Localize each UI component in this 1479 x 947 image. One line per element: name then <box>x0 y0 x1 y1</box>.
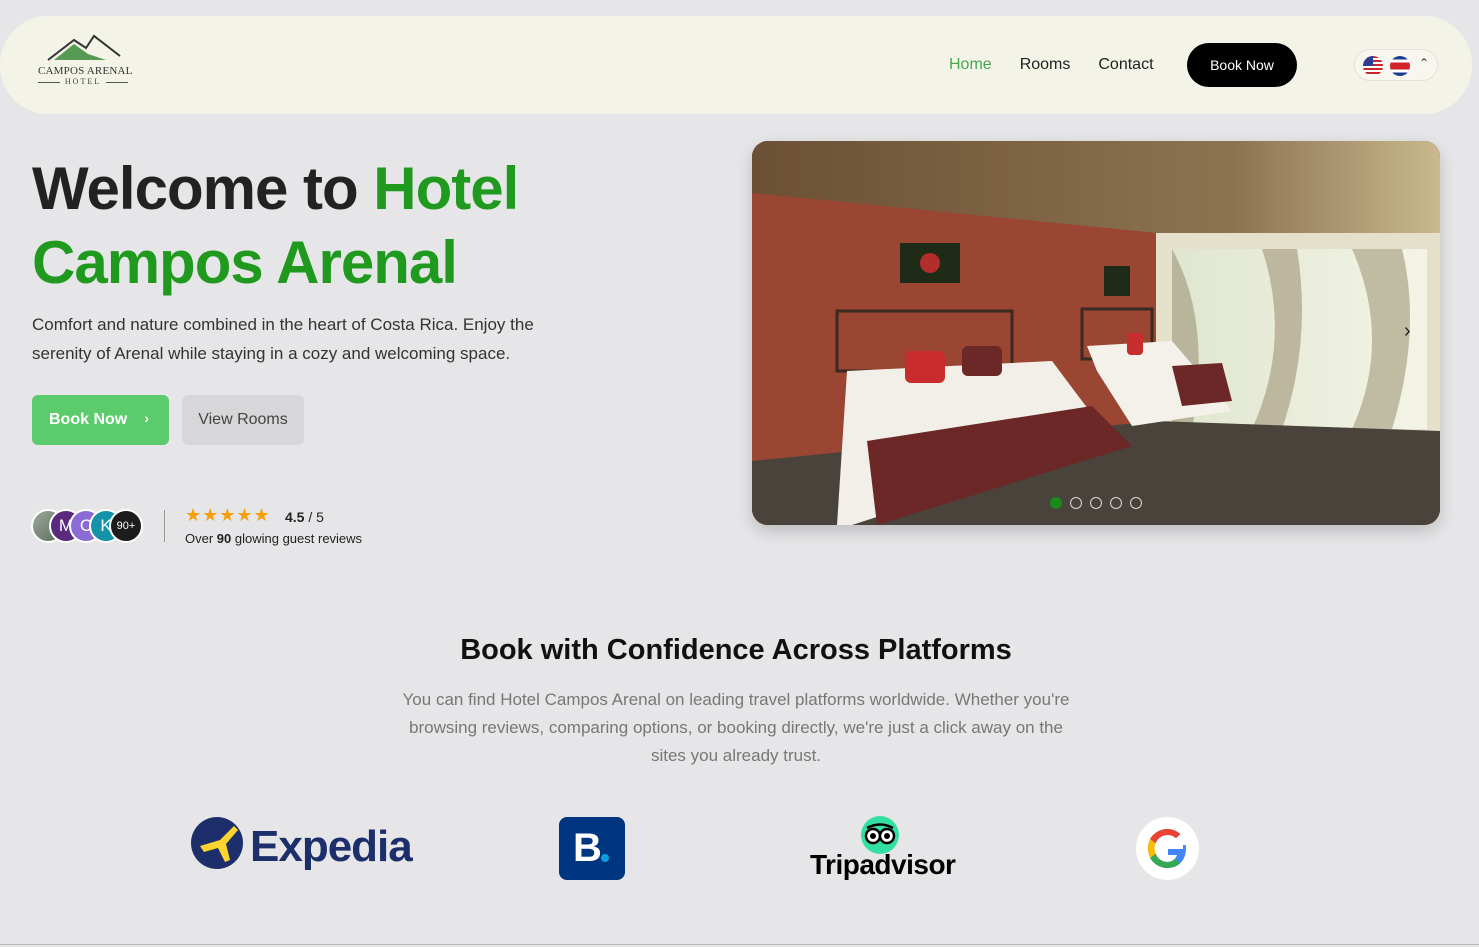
slider-dot[interactable] <box>1070 497 1082 509</box>
nav-link-rooms[interactable]: Rooms <box>1020 56 1071 74</box>
chevron-right-icon[interactable]: › <box>1404 320 1411 343</box>
room-image-slider[interactable] <box>752 141 1440 525</box>
expedia-wordmark: Expedia <box>250 822 413 871</box>
nav-book-now-button[interactable]: Book Now <box>1187 43 1297 87</box>
platforms-title: Book with Confidence Across Platforms <box>460 634 1012 666</box>
rating-scale: / 5 <box>304 509 324 525</box>
star-rating-icon: ★★★★★ <box>185 505 271 525</box>
hero-book-now-label: Book Now <box>49 411 128 428</box>
language-selector[interactable]: ⌃ <box>1354 49 1438 81</box>
slider-dot[interactable] <box>1050 497 1062 509</box>
reviews-prefix: Over <box>185 531 217 546</box>
logo-name: CAMPOS ARENAL <box>38 65 133 77</box>
hotel-logo[interactable]: CAMPOS ARENAL HOTEL <box>38 34 133 90</box>
us-flag-icon[interactable] <box>1363 56 1383 76</box>
rating-value: 4.5 <box>285 509 305 525</box>
slider-dots <box>1050 497 1142 509</box>
booking-dot-icon <box>601 854 609 862</box>
slider-dot[interactable] <box>1090 497 1102 509</box>
booking-logo[interactable]: B <box>559 817 625 880</box>
reviews-count: 90 <box>216 531 232 546</box>
expedia-plane-icon <box>191 817 243 869</box>
top-navbar: CAMPOS ARENAL HOTEL Home Rooms Contact B… <box>0 16 1472 114</box>
tripadvisor-logo[interactable]: Tripadvisor <box>810 816 956 882</box>
booking-letter: B <box>573 826 602 870</box>
chevron-right-icon: › <box>144 410 149 426</box>
rating-divider <box>164 510 165 542</box>
nav-links: Home Rooms Contact <box>949 56 1154 74</box>
hero-description: Comfort and nature combined in the heart… <box>32 315 534 363</box>
platforms-description: You can find Hotel Campos Arenal on lead… <box>402 690 1070 765</box>
rating-score: 4.5 / 5 <box>285 509 324 525</box>
hero-title-name: Campos Arenal <box>32 229 458 296</box>
nav-link-contact[interactable]: Contact <box>1098 56 1153 74</box>
hotel-room-photo <box>752 141 1440 525</box>
avatar-more-count: 90+ <box>109 509 143 543</box>
cr-flag-icon[interactable] <box>1390 56 1410 76</box>
reviews-summary: Over 90 glowing guest reviews <box>185 531 362 546</box>
tripadvisor-wordmark: Tripadvisor <box>810 849 956 880</box>
hero-book-now-button[interactable]: Book Now › <box>32 395 169 445</box>
guest-avatars: M C K 90+ <box>31 509 151 545</box>
google-logo[interactable] <box>1136 817 1199 880</box>
hero-title: Welcome to Hotel Campos Arenal <box>32 152 652 300</box>
reviews-suffix: glowing guest reviews <box>231 531 363 546</box>
slider-dot[interactable] <box>1110 497 1122 509</box>
nav-link-home[interactable]: Home <box>949 56 992 74</box>
mountain-icon <box>47 34 121 61</box>
hero-title-welcome: Welcome to <box>32 155 374 222</box>
expedia-logo[interactable]: Expedia <box>190 816 420 882</box>
google-g-icon <box>1148 829 1186 868</box>
view-rooms-button[interactable]: View Rooms <box>182 395 304 445</box>
chevron-up-icon: ⌃ <box>1419 56 1430 70</box>
hero-title-hotel: Hotel <box>373 155 519 222</box>
slider-dot[interactable] <box>1130 497 1142 509</box>
page-bottom-divider <box>0 944 1479 945</box>
logo-subtitle: HOTEL <box>38 77 128 86</box>
